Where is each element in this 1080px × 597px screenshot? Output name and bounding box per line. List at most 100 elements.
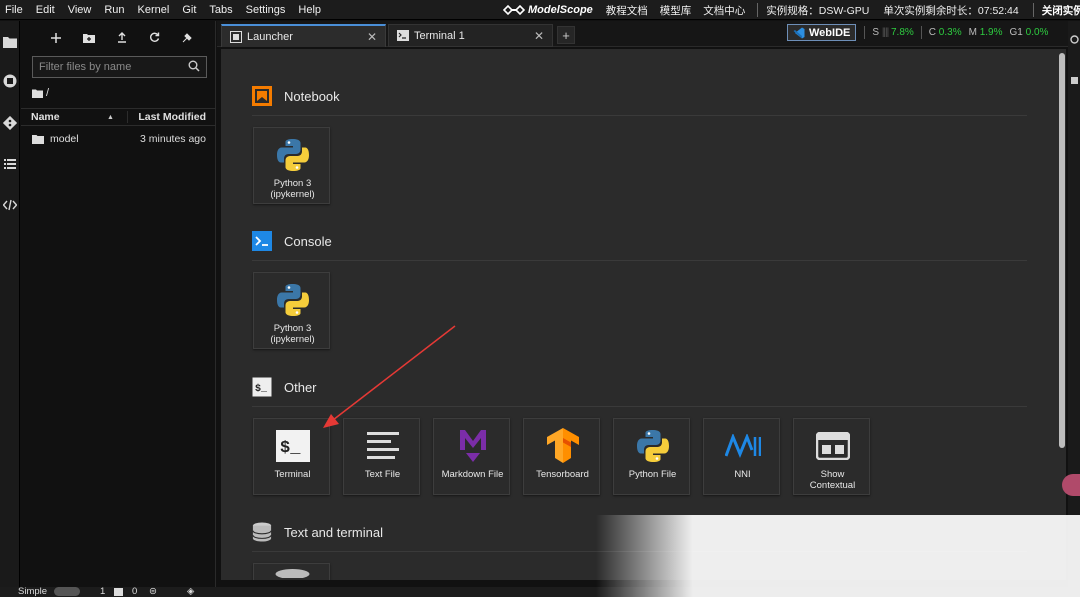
card-label: Terminal <box>254 469 331 480</box>
metric-value: 0.3% <box>938 27 962 38</box>
file-list-header: Name ▲ Last Modified <box>21 108 216 126</box>
svg-text:$_: $_ <box>280 439 301 458</box>
assistant-avatar[interactable] <box>1062 474 1080 496</box>
divider <box>252 260 1027 261</box>
menu-edit[interactable]: Edit <box>31 0 63 20</box>
scrollbar[interactable] <box>1059 53 1065 448</box>
nni-icon <box>724 427 761 464</box>
markdown-file-card[interactable]: Markdown File <box>433 418 510 495</box>
divider <box>1032 3 1034 17</box>
file-modified: 3 minutes ago <box>140 132 206 145</box>
git-icon[interactable] <box>2 115 18 131</box>
section-other: $_ Other <box>252 377 317 397</box>
top-right-bar: ModelScope 教程文档 模型库 文档中心 实例规格：DSW-GPU 单次… <box>503 0 1080 20</box>
launcher-icon <box>230 30 242 43</box>
section-console: Console <box>252 231 332 251</box>
menu-settings[interactable]: Settings <box>241 0 294 20</box>
tutorial-docs-link[interactable]: 教程文档 <box>606 3 648 18</box>
file-name: model <box>50 132 79 145</box>
menu-tabs[interactable]: Tabs <box>204 0 240 20</box>
main-area: Launcher ✕ Terminal 1 ✕ + WebIDE S |||| … <box>217 21 1080 587</box>
card-label-line1: Python 3 <box>273 323 312 334</box>
close-icon[interactable]: ✕ <box>534 29 544 43</box>
breadcrumb-path[interactable]: / <box>46 87 49 99</box>
upload-icon[interactable] <box>105 28 138 48</box>
simple-mode-toggle[interactable] <box>54 587 80 596</box>
column-modified-header[interactable]: Last Modified <box>127 111 206 123</box>
search-icon <box>188 60 200 72</box>
python-icon <box>274 136 311 173</box>
show-contextual-help-card[interactable]: Show Contextual <box>793 418 870 495</box>
debugger-icon[interactable] <box>1070 76 1079 85</box>
terminal-count: 1 <box>100 586 106 597</box>
new-launcher-icon[interactable] <box>39 28 72 48</box>
metric-value: 1.9% <box>979 27 1003 38</box>
console-python3-card[interactable]: Python 3 (ipykernel) <box>253 272 330 349</box>
git-clone-icon[interactable] <box>171 28 204 48</box>
divider <box>920 26 922 39</box>
card-label-line2: (ipykernel) <box>270 189 315 200</box>
card-label-line1: Python File <box>628 469 677 480</box>
new-folder-icon[interactable] <box>72 28 105 48</box>
file-list-item[interactable]: model 3 minutes ago <box>21 130 216 147</box>
close-instance-button[interactable]: 关闭实例 <box>1042 3 1080 18</box>
divider <box>252 406 1027 407</box>
modelscope-logo[interactable]: ModelScope <box>503 4 593 16</box>
terminal-icon: $_ <box>274 427 311 464</box>
card-label: NNI <box>704 469 781 480</box>
database-icon <box>252 522 272 542</box>
menu-help[interactable]: Help <box>293 0 329 20</box>
kernel-status-icon: ⊜ <box>149 586 157 597</box>
memory-metric: M 1.9% <box>969 27 1003 38</box>
menu-file[interactable]: File <box>0 0 31 20</box>
tab-terminal[interactable]: Terminal 1 ✕ <box>388 24 553 47</box>
section-notebook: Notebook <box>252 86 340 106</box>
card-label: Python File <box>614 469 691 480</box>
cpu-metric: C 0.3% <box>929 27 962 38</box>
divider <box>252 551 1027 552</box>
tab-label: Launcher <box>247 30 293 43</box>
tab-bar: Launcher ✕ Terminal 1 ✕ + WebIDE S |||| … <box>217 21 1080 47</box>
property-inspector-icon[interactable] <box>1070 35 1079 44</box>
svg-text:$_: $_ <box>255 383 268 395</box>
menu-git[interactable]: Git <box>177 0 204 20</box>
notebook-python3-card[interactable]: Python 3 (ipykernel) <box>253 127 330 204</box>
docs-center-link[interactable]: 文档中心 <box>703 3 745 18</box>
file-filter-input[interactable] <box>39 61 184 73</box>
python-file-card[interactable]: Python File <box>613 418 690 495</box>
divider <box>252 115 1027 116</box>
git-status-icon[interactable]: ◈ <box>187 586 194 597</box>
python-icon <box>274 281 311 318</box>
resource-monitor: WebIDE S |||| 7.8% C 0.3% M 1.9% G1 0.0% <box>787 23 1055 42</box>
terminal-icon <box>114 588 123 596</box>
tab-launcher[interactable]: Launcher ✕ <box>221 24 386 47</box>
menu-bar: File Edit View Run Kernel Git Tabs Setti… <box>0 0 1080 20</box>
section-title: Console <box>284 233 332 249</box>
tensorboard-card[interactable]: Tensorboard <box>523 418 600 495</box>
section-text-and-terminal: Text and terminal <box>252 522 383 542</box>
card-label: Markdown File <box>434 469 511 480</box>
nni-card[interactable]: NNI <box>703 418 780 495</box>
partial-card[interactable] <box>253 563 330 580</box>
terminal-card[interactable]: $_ Terminal <box>253 418 330 495</box>
card-label: Text File <box>344 469 421 480</box>
menu-run[interactable]: Run <box>99 0 132 20</box>
menu-view[interactable]: View <box>63 0 100 20</box>
python-icon <box>634 427 671 464</box>
sort-ascending-icon[interactable]: ▲ <box>107 114 114 121</box>
usage-bars-icon: |||| <box>881 27 889 38</box>
model-hub-link[interactable]: 模型库 <box>660 3 692 18</box>
folder-icon[interactable] <box>2 34 18 50</box>
running-kernels-icon[interactable] <box>2 73 18 89</box>
webide-button[interactable]: WebIDE <box>787 24 857 41</box>
table-of-contents-icon[interactable] <box>2 156 18 172</box>
column-name-header[interactable]: Name <box>31 111 60 123</box>
add-tab-button[interactable]: + <box>557 26 575 44</box>
folder-icon[interactable] <box>32 89 43 98</box>
close-icon[interactable]: ✕ <box>367 30 377 44</box>
code-snippets-icon[interactable] <box>2 197 18 213</box>
text-file-card[interactable]: Text File <box>343 418 420 495</box>
database-icon <box>275 569 310 578</box>
menu-kernel[interactable]: Kernel <box>133 0 178 20</box>
refresh-icon[interactable] <box>138 28 171 48</box>
